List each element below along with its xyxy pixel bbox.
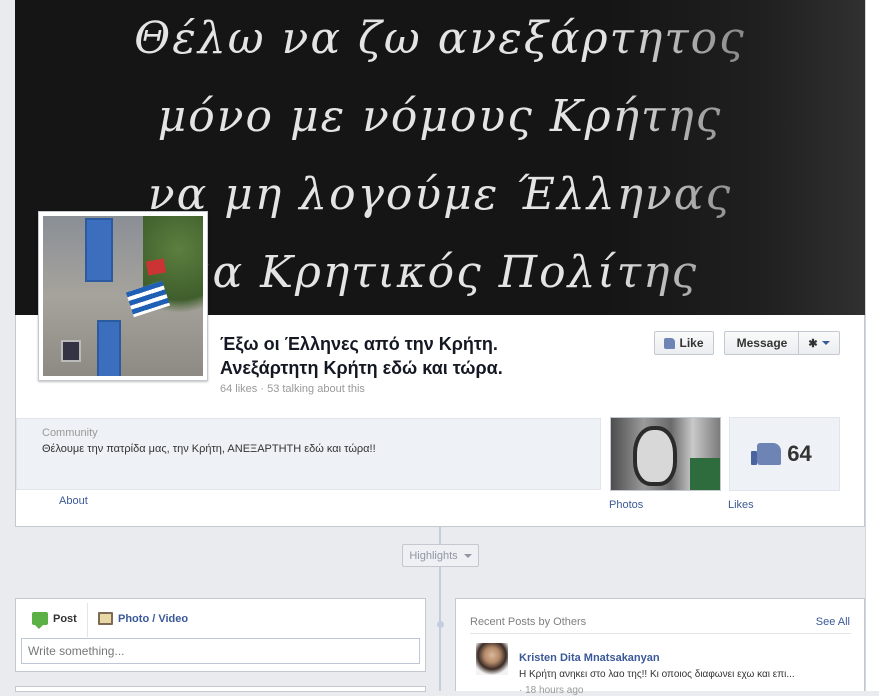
photos-tile[interactable] (610, 417, 721, 491)
highlights-label: Highlights (409, 549, 458, 562)
page-stats: 64 likes · 53 talking about this (220, 383, 365, 395)
highlights-dropdown[interactable]: Highlights (402, 544, 479, 567)
tab-photo-label: Photo / Video (118, 612, 189, 625)
post-author[interactable]: Kristen Dita Mnatsakanyan (519, 652, 660, 664)
photo-thumbnail-face (633, 426, 677, 486)
thumbs-up-icon (664, 337, 676, 349)
profile-picture-image (43, 216, 203, 376)
post-composer: Post Photo / Video (15, 598, 426, 672)
page-category: Community (42, 427, 98, 439)
tab-post-label: Post (53, 612, 77, 625)
like-button[interactable]: Like (654, 331, 714, 355)
like-button-label: Like (679, 336, 704, 350)
photo-icon (98, 612, 113, 625)
settings-dropdown-button[interactable]: ✱ (798, 331, 840, 355)
gear-icon: ✱ (808, 337, 818, 350)
likes-link[interactable]: Likes (728, 499, 754, 511)
message-button[interactable]: Message (724, 331, 799, 355)
about-box[interactable]: Community Θέλουμε την πατρίδα μας, την Κ… (16, 418, 601, 490)
likes-count: 64 (787, 441, 812, 466)
message-button-label: Message (736, 336, 788, 350)
photos-link[interactable]: Photos (609, 499, 643, 511)
status-input[interactable] (21, 638, 420, 664)
profile-picture[interactable] (38, 211, 208, 381)
cover-shade (605, 0, 865, 315)
window-shape (85, 218, 113, 282)
likes-tile[interactable]: 64 (729, 417, 840, 491)
about-link[interactable]: About (59, 495, 88, 507)
tab-post[interactable]: Post (32, 612, 77, 629)
timeline-dot (437, 621, 444, 628)
plaque-shape (61, 340, 81, 362)
see-all-link[interactable]: See All (816, 616, 850, 628)
page-title-line: Ανεξάρτητη Κρήτη εδώ και τώρα. (220, 358, 503, 378)
avatar[interactable] (476, 643, 508, 675)
next-story-edge (15, 686, 426, 692)
page-title[interactable]: Έξω οι Έλληνες από την Κρήτη. Ανεξάρτητη… (220, 332, 503, 380)
speech-bubble-icon (32, 612, 48, 629)
photo-thumbnail-detail (690, 458, 720, 490)
right-edge (865, 0, 879, 691)
recent-posts-box: Recent Posts by Others See All Kristen D… (455, 598, 865, 696)
divider (470, 633, 851, 634)
chevron-down-icon (821, 341, 830, 345)
thumbs-up-icon (751, 443, 782, 465)
page-title-line: Έξω οι Έλληνες από την Κρήτη. (220, 334, 498, 354)
tab-divider (87, 603, 88, 637)
page-description: Θέλουμε την πατρίδα μας, την Κρήτη, ΑΝΕΞ… (42, 443, 376, 455)
recent-posts-title: Recent Posts by Others (470, 616, 587, 628)
door-shape (97, 320, 121, 376)
post-snippet[interactable]: Η Κρήτη ανηκει στο λαο της!! Κι οποιος δ… (519, 669, 795, 680)
chevron-down-icon (463, 553, 472, 558)
tab-photo-video[interactable]: Photo / Video (98, 612, 188, 625)
